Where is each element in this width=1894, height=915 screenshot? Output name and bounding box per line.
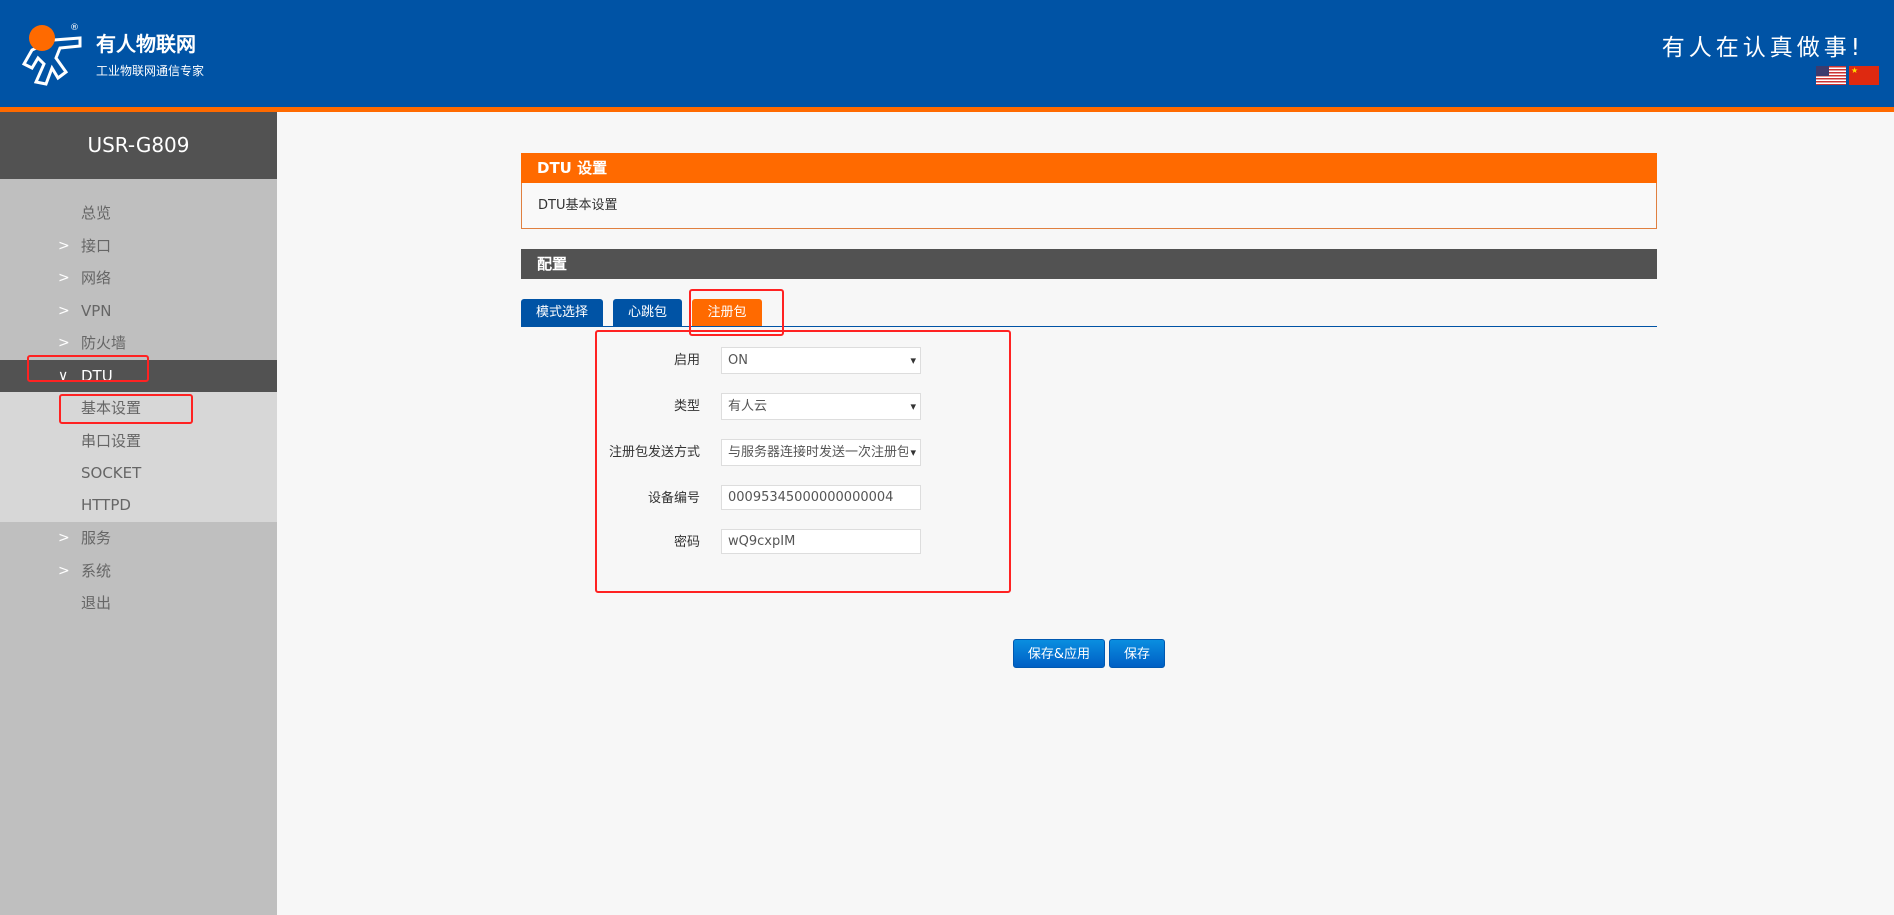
chevron-right-icon: > (58, 270, 70, 286)
cn-flag-icon[interactable]: ★ (1849, 66, 1879, 85)
sidebar-item-label: 串口设置 (81, 432, 142, 450)
sidebar-item-system[interactable]: > 系统 (0, 555, 277, 587)
annotation-box (59, 394, 193, 424)
annotation-box (689, 289, 784, 336)
us-flag-icon[interactable] (1816, 66, 1846, 85)
save-button[interactable]: 保存 (1109, 639, 1165, 668)
usr-logo-icon: ® (21, 23, 82, 86)
sidebar-item-label: 退出 (81, 594, 112, 612)
sidebar-item-httpd[interactable]: HTTPD (0, 489, 277, 521)
panel-description: DTU基本设置 (521, 183, 1657, 229)
brand-subtitle: 工业物联网通信专家 (96, 64, 205, 78)
device-model: USR-G809 (0, 112, 277, 179)
sidebar-item-logout[interactable]: 退出 (0, 587, 277, 619)
sidebar-item-socket[interactable]: SOCKET (0, 457, 277, 489)
chevron-right-icon: > (58, 303, 70, 319)
panel-title: DTU 设置 (521, 153, 1657, 183)
annotation-box (27, 355, 149, 382)
sidebar-item-serial-settings[interactable]: 串口设置 (0, 425, 277, 457)
sidebar-item-label: 网络 (81, 269, 112, 287)
sidebar-item-label: 总览 (81, 204, 112, 222)
chevron-right-icon: > (58, 238, 70, 254)
tab-heartbeat[interactable]: 心跳包 (613, 299, 682, 326)
sidebar: USR-G809 总览 > 接口 > 网络 > VPN > 防火墙 ∨ DTU 基本设置 … (0, 112, 277, 915)
slogan: 有人在认真做事! (1661, 35, 1864, 61)
header-stripe (0, 107, 1894, 112)
sidebar-item-network[interactable]: > 网络 (0, 262, 277, 294)
sidebar-item-label: 接口 (81, 237, 112, 255)
annotation-box (595, 330, 1011, 593)
sidebar-item-overview[interactable]: 总览 (0, 197, 277, 229)
sidebar-item-label: 系统 (81, 562, 112, 580)
brand-name: 有人物联网 (96, 32, 196, 56)
sidebar-item-label: 服务 (81, 529, 112, 547)
top-header: ® 有人物联网 工业物联网通信专家 有人在认真做事! ★ (0, 0, 1894, 107)
sidebar-item-label: 防火墙 (81, 334, 127, 352)
sidebar-item-interface[interactable]: > 接口 (0, 230, 277, 262)
sidebar-item-label: SOCKET (81, 464, 142, 482)
save-apply-button[interactable]: 保存&应用 (1013, 639, 1105, 668)
sidebar-item-services[interactable]: > 服务 (0, 522, 277, 554)
svg-text:®: ® (70, 23, 79, 33)
chevron-right-icon: > (58, 530, 70, 546)
sidebar-item-label: HTTPD (81, 496, 131, 514)
sidebar-item-label: VPN (81, 302, 112, 320)
chevron-right-icon: > (58, 563, 70, 579)
config-title: 配置 (521, 249, 1657, 279)
sidebar-item-vpn[interactable]: > VPN (0, 295, 277, 327)
tab-mode-select[interactable]: 模式选择 (521, 299, 603, 326)
